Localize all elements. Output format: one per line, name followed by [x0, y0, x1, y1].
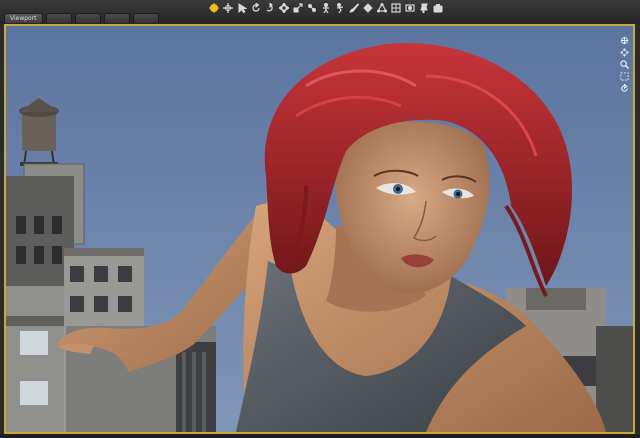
tab-2[interactable] [45, 13, 72, 23]
view-navigation-controls [619, 36, 629, 93]
spot-render-icon[interactable] [404, 2, 415, 13]
reset-view-icon[interactable] [620, 84, 629, 93]
twist-icon[interactable] [264, 2, 275, 13]
rotate-icon[interactable] [250, 2, 261, 13]
3d-viewport[interactable] [4, 24, 635, 434]
zoom-icon[interactable] [619, 60, 629, 69]
brush-icon[interactable] [348, 2, 359, 13]
figure-icon[interactable] [320, 2, 331, 13]
tab-3[interactable] [74, 13, 101, 23]
region-navigator-icon[interactable] [390, 2, 401, 13]
camera-icon[interactable] [432, 2, 443, 13]
surface-selection-icon[interactable] [362, 2, 373, 13]
pointer-icon[interactable] [236, 2, 247, 13]
orbit-icon[interactable] [620, 36, 629, 45]
viewport-tabs: Viewport [4, 13, 159, 24]
tab-5[interactable] [132, 13, 159, 23]
tool-strip [208, 2, 443, 14]
active-pose-icon[interactable] [334, 2, 345, 13]
geometry-editor-icon[interactable] [376, 2, 387, 13]
translate-icon[interactable] [278, 2, 289, 13]
node-selection-icon[interactable] [222, 2, 233, 13]
rendered-scene[interactable] [6, 26, 633, 432]
universal-tool-icon[interactable] [208, 2, 219, 13]
frame-icon[interactable] [619, 72, 629, 81]
bottom-bar [0, 434, 640, 438]
scale-icon[interactable] [292, 2, 303, 13]
tab-4[interactable] [103, 13, 130, 23]
tab-viewport[interactable]: Viewport [4, 13, 43, 23]
camera-pin-icon[interactable] [418, 2, 429, 13]
top-toolbar: Viewport [0, 0, 640, 24]
joint-editor-icon[interactable] [306, 2, 317, 13]
pan-icon[interactable] [619, 48, 629, 57]
